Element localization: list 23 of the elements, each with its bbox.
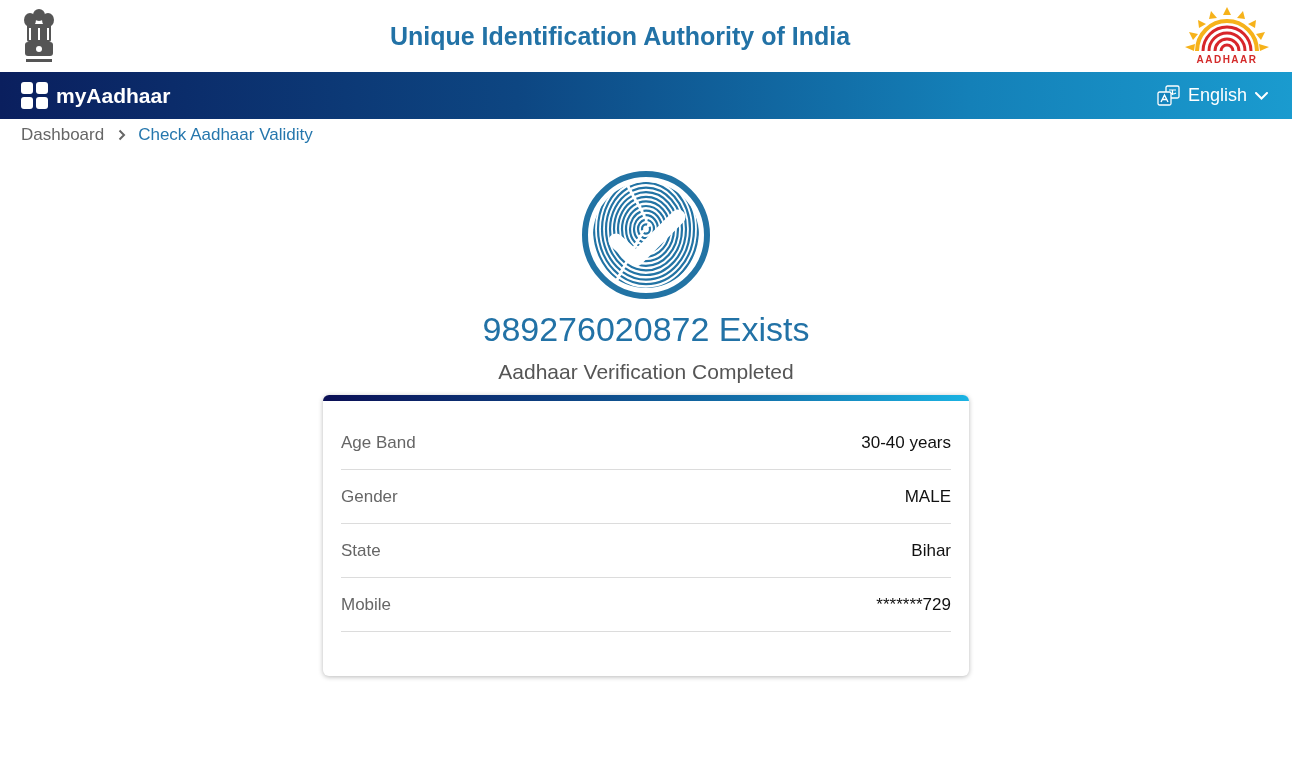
detail-label: Mobile	[341, 594, 392, 617]
detail-label: State	[341, 540, 381, 563]
fingerprint-check-icon	[582, 170, 710, 299]
emblem-icon	[22, 7, 56, 65]
detail-value: MALE	[904, 486, 951, 509]
logo-text: AADHAAR	[1196, 55, 1258, 65]
chevron-right-icon	[118, 128, 127, 141]
result-heading: 989276020872 Exists	[482, 308, 810, 350]
detail-label: Age Band	[341, 432, 416, 455]
detail-value: *******729	[876, 594, 951, 617]
translate-icon	[1156, 85, 1180, 106]
breadcrumb-link[interactable]: Check Aadhaar Validity	[138, 122, 313, 148]
sun-fingerprint-icon	[1185, 7, 1269, 51]
brand-name: myAadhaar	[56, 82, 171, 109]
breadcrumb-link[interactable]: Dashboard	[21, 122, 105, 148]
site-title: Unique Identification Authority of India	[389, 20, 851, 51]
detail-value: 30-40 years	[861, 432, 951, 455]
grid-icon[interactable]	[21, 82, 48, 109]
detail-value: Bihar	[911, 540, 951, 563]
chevron-down-icon	[1255, 91, 1268, 100]
detail-label: Gender	[341, 486, 398, 509]
language-selector[interactable]: English	[1156, 82, 1268, 109]
result-subheading: Aadhaar Verification Completed	[498, 359, 794, 385]
